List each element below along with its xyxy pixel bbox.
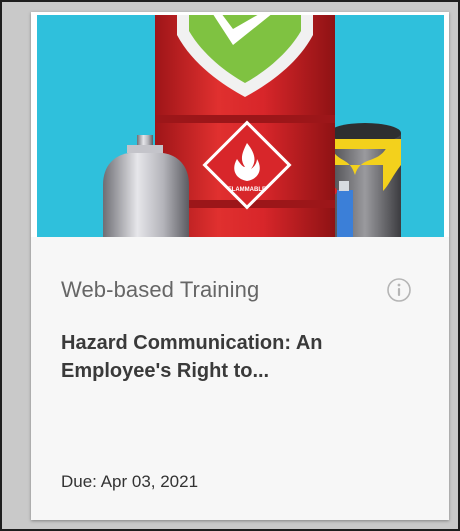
info-circle-icon[interactable]: [386, 277, 412, 303]
course-type-label: Web-based Training: [61, 277, 260, 302]
flammable-label: FLAMMABLE: [228, 187, 266, 193]
page-frame: FLAMMABLE Web-based Training Hazard Comm…: [0, 0, 460, 531]
due-date: Due: Apr 03, 2021: [61, 472, 199, 491]
course-title[interactable]: Hazard Communication: An Employee's Righ…: [61, 329, 421, 385]
course-card[interactable]: FLAMMABLE Web-based Training Hazard Comm…: [31, 12, 449, 520]
thumbnail-illustration: FLAMMABLE: [37, 15, 444, 237]
course-thumbnail[interactable]: FLAMMABLE: [37, 15, 444, 237]
card-body: Web-based Training Hazard Communication:…: [31, 237, 449, 520]
